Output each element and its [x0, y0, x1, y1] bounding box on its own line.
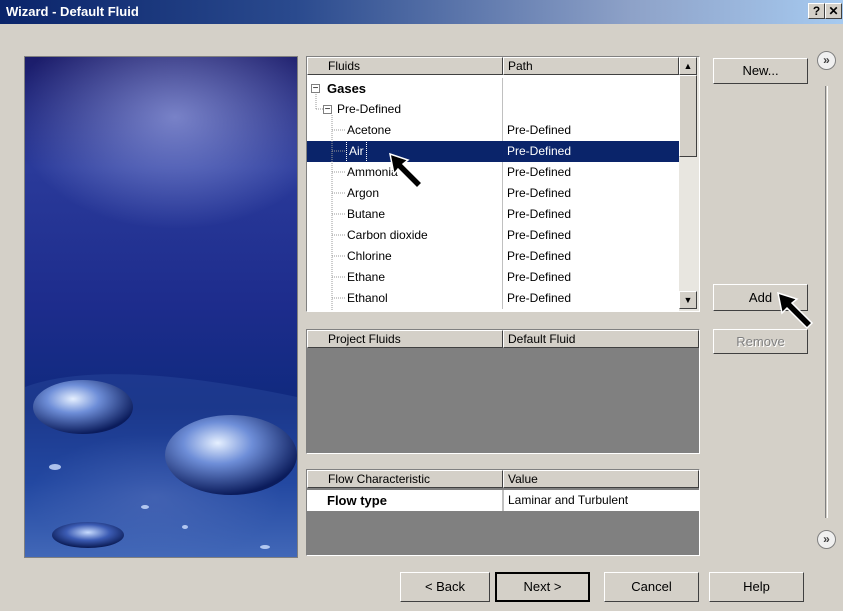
- fluid-name: Argon: [347, 186, 380, 200]
- flow-characteristic-list[interactable]: Flow Characteristic Value Flow type Lami…: [306, 469, 700, 556]
- fluid-name: Acetone: [347, 123, 392, 137]
- project-fluids-list[interactable]: Project Fluids Default Fluid: [306, 329, 700, 454]
- next-button[interactable]: Next >: [495, 572, 590, 602]
- tree-expander-icon[interactable]: −: [311, 84, 320, 94]
- wizard-picture: [24, 56, 298, 558]
- scroll-thumb[interactable]: [679, 75, 697, 157]
- arrow-down-icon[interactable]: ▼: [679, 291, 697, 309]
- chevron-double-right-icon[interactable]: »: [817, 530, 836, 549]
- list-item-air[interactable]: Air Pre-Defined: [307, 140, 679, 163]
- fluid-path: Pre-Defined: [507, 228, 572, 242]
- new-button[interactable]: New...: [713, 58, 808, 84]
- fluid-name: Carbon dioxide: [347, 228, 428, 242]
- mouse-pointer-icon: [389, 152, 424, 190]
- arrow-up-icon[interactable]: ▲: [679, 57, 697, 75]
- value-column-header[interactable]: Value: [503, 470, 699, 488]
- fluid-path: Pre-Defined: [507, 291, 572, 305]
- cancel-button[interactable]: Cancel: [604, 572, 699, 602]
- tree-expander-icon[interactable]: −: [323, 105, 332, 115]
- help-title-button[interactable]: ?: [808, 3, 825, 19]
- flow-type-row[interactable]: Flow type Laminar and Turbulent: [307, 490, 699, 511]
- fluid-path: Pre-Defined: [507, 249, 572, 263]
- default-fluid-column-header[interactable]: Default Fluid: [503, 330, 699, 348]
- fluid-name: Ethanol: [347, 291, 388, 305]
- flow-type-label: Flow type: [307, 490, 503, 511]
- window-title: Wizard - Default Fluid: [6, 4, 139, 19]
- back-button[interactable]: < Back: [400, 572, 490, 602]
- fluid-path: Pre-Defined: [507, 186, 572, 200]
- fluid-path: Pre-Defined: [507, 207, 572, 221]
- mouse-pointer-icon: [777, 291, 814, 330]
- path-column-header[interactable]: Path: [503, 57, 679, 75]
- fluid-name: Chlorine: [347, 249, 392, 263]
- subgroup-label: Pre-Defined: [337, 102, 402, 116]
- fluid-path: Pre-Defined: [507, 270, 572, 284]
- fluids-list[interactable]: Fluids Path − Gases − Pre-Defined Aceton…: [306, 56, 700, 312]
- fluids-scrollbar[interactable]: ▲ ▼: [679, 57, 699, 311]
- fluid-path: Pre-Defined: [507, 144, 572, 158]
- fluid-name: Butane: [347, 207, 386, 221]
- help-button[interactable]: Help: [709, 572, 804, 602]
- chevron-double-right-icon[interactable]: »: [817, 51, 836, 70]
- close-title-button[interactable]: ✕: [825, 3, 842, 19]
- panel-divider: [825, 86, 828, 518]
- wizard-window: Wizard - Default Fluid ? ✕ Fluids Path −…: [0, 0, 843, 611]
- title-bar[interactable]: Wizard - Default Fluid ? ✕: [0, 0, 843, 24]
- fluid-path: Pre-Defined: [507, 123, 572, 137]
- flow-type-value[interactable]: Laminar and Turbulent: [503, 490, 699, 511]
- flow-characteristic-column-header[interactable]: Flow Characteristic: [307, 470, 503, 488]
- project-fluids-column-header[interactable]: Project Fluids: [307, 330, 503, 348]
- fluid-name: Ethane: [347, 270, 386, 284]
- fluid-path: Pre-Defined: [507, 165, 572, 179]
- fluid-name: Air: [346, 140, 367, 163]
- fluids-column-header[interactable]: Fluids: [307, 57, 503, 75]
- group-label: Gases: [327, 81, 367, 96]
